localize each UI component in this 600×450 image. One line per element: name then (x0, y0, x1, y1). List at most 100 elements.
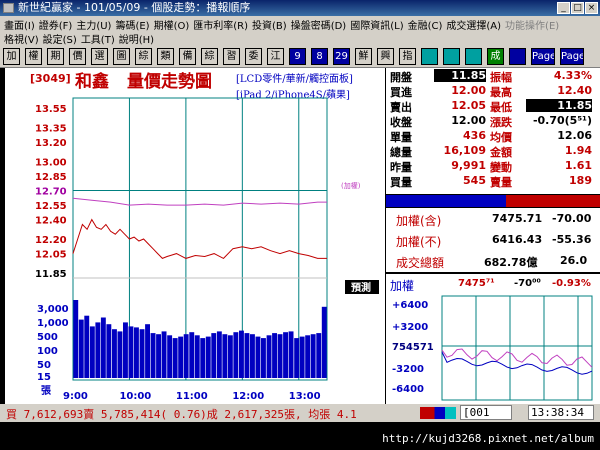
volume-tick-label: 3,000 (37, 304, 69, 315)
toolbar-button[interactable]: 綜 (135, 48, 152, 65)
menu-item[interactable]: 工具(T) (79, 31, 117, 46)
volume-bar (222, 334, 228, 378)
minimize-button[interactable]: _ (557, 2, 570, 14)
maximize-button[interactable]: □ (571, 2, 584, 14)
toolbar-button[interactable]: 成 (487, 48, 504, 65)
quote-value: 12.05 (451, 99, 486, 112)
time-tick-label: 13:00 (289, 391, 321, 402)
menu-item[interactable]: 金融(C) (406, 17, 445, 32)
series-price-line (72, 218, 327, 260)
volume-bar (216, 331, 222, 378)
menu-item[interactable]: 期權(O) (152, 17, 192, 32)
toolbar-button[interactable]: Page (531, 48, 555, 65)
toolbar-button[interactable]: 江 (267, 48, 284, 65)
toolbar-button[interactable]: 權 (25, 48, 42, 65)
mini-change: -70⁰⁰ (514, 278, 541, 289)
volume-bar (310, 334, 316, 378)
toolbar-button[interactable]: 備 (179, 48, 196, 65)
menu-item[interactable]: 國際資訊(L) (348, 17, 405, 32)
menu-item[interactable]: 成交選擇(A) (444, 17, 503, 32)
menu-item[interactable]: 籌碼(E) (113, 17, 151, 32)
quote-value: 12.00 (451, 84, 486, 97)
menu-item[interactable]: 操盤密碼(D) (289, 17, 349, 32)
series-index-line (72, 197, 327, 206)
volume-bar (255, 336, 261, 378)
quote-value: 189 (569, 174, 592, 187)
toolbar-button[interactable]: 圖 (113, 48, 130, 65)
volume-bar (205, 336, 211, 378)
quote-label: 賣量 (490, 176, 512, 189)
toolbar-button[interactable] (465, 48, 482, 65)
mini-frame (441, 295, 593, 401)
toolbar-button[interactable]: 鮮 (355, 48, 372, 65)
toolbar-button[interactable]: 類 (157, 48, 174, 65)
volume-tick-label: 500 (37, 332, 58, 343)
volume-bar (89, 326, 95, 378)
toolbar-button[interactable]: 9 (289, 48, 306, 65)
quote-row: 開盤 11.85 振幅 4.33% (386, 69, 600, 84)
menu-item[interactable]: 主力(U) (74, 17, 113, 32)
reference-label: (加權) (341, 181, 361, 190)
volume-bar (78, 319, 84, 378)
quote-value: 545 (463, 174, 486, 187)
toolbar-button[interactable]: 委 (245, 48, 262, 65)
volume-bar (150, 333, 156, 378)
toolbar-button[interactable] (509, 48, 526, 65)
quote-label: 最高 (490, 86, 512, 99)
watermark: http://kujd3268.pixnet.net/album (382, 432, 594, 445)
mini-pct: -0.93% (552, 278, 591, 289)
toolbar-button[interactable]: 習 (223, 48, 240, 65)
quote-row: 收盤 12.00 漲跌 -0.70(5⁵¹) (386, 114, 600, 129)
toolbar-button[interactable]: 29 (333, 48, 350, 65)
toolbar-button[interactable]: 興 (377, 48, 394, 65)
time-tick-label: 9:00 (63, 391, 88, 402)
close-button[interactable]: × (585, 2, 598, 14)
quote-panel: 開盤 11.85 振幅 4.33% 買進 12.00 最高 12.40 賣出 12.05 最低 11.… (386, 68, 600, 194)
volume-bar (123, 322, 128, 378)
price-tick-label: 13.55 (35, 104, 67, 115)
volume-bar (117, 331, 123, 378)
toolbar-button[interactable]: 8 (311, 48, 328, 65)
volume-bar (288, 331, 294, 378)
menu-item[interactable]: 畫面(I) (2, 17, 37, 32)
volume-bar (156, 334, 161, 378)
volume-bar (189, 332, 195, 378)
toolbar-button[interactable]: 選 (91, 48, 108, 65)
toolbar-button[interactable]: 加 (3, 48, 20, 65)
time-tick-label: 11:00 (176, 391, 208, 402)
menu-item[interactable]: 格視(V) (2, 31, 41, 46)
mini-tick-label: -3200 (392, 364, 424, 375)
toolbar-button[interactable]: 期 (47, 48, 64, 65)
toolbar-button[interactable]: 指 (399, 48, 416, 65)
quote-value: -0.70(5⁵¹) (532, 114, 592, 127)
toolbar-button[interactable]: 價 (69, 48, 86, 65)
volume-bar (316, 333, 322, 378)
quote-label: 金額 (490, 146, 512, 159)
volume-bar (283, 332, 288, 378)
volume-bar (106, 324, 112, 378)
menu-item[interactable]: 匯市利率(R) (191, 17, 250, 32)
volume-bar (294, 338, 300, 378)
menu-item[interactable]: 說明(H) (117, 31, 156, 46)
menu-item[interactable]: 證券(F) (37, 17, 75, 32)
quote-label: 買進 (390, 86, 412, 99)
menu-item[interactable]: 設定(S) (41, 31, 79, 46)
quote-label: 收盤 (390, 116, 412, 129)
volume-bar (139, 329, 145, 378)
menu-item[interactable]: 功能操作(E) (503, 17, 561, 32)
mini-volume-line (441, 351, 593, 375)
quote-label: 振幅 (490, 71, 512, 84)
toolbar-button[interactable] (443, 48, 460, 65)
toolbar-button[interactable]: Page (560, 48, 584, 65)
code-field[interactable]: [001 (460, 405, 512, 420)
toolbar-button[interactable] (421, 48, 438, 65)
quote-value: 1.94 (564, 144, 592, 157)
volume-bar (73, 300, 79, 378)
menu-item[interactable]: 投資(B) (250, 17, 289, 32)
status-text: 買 7,612,693賣 5,785,414( 0.76)成 2,617,325… (6, 408, 357, 421)
price-tick-label: 12.05 (35, 250, 67, 261)
toolbar-button[interactable]: 綜 (201, 48, 218, 65)
mini-tick-label: -6400 (392, 384, 424, 395)
menu-bar: 畫面(I) 證券(F) 主力(U) 籌碼(E) 期權(O) 匯市利率(R) 投資(B) 操盤密… (0, 16, 600, 46)
price-tick-label: 12.55 (35, 201, 67, 212)
